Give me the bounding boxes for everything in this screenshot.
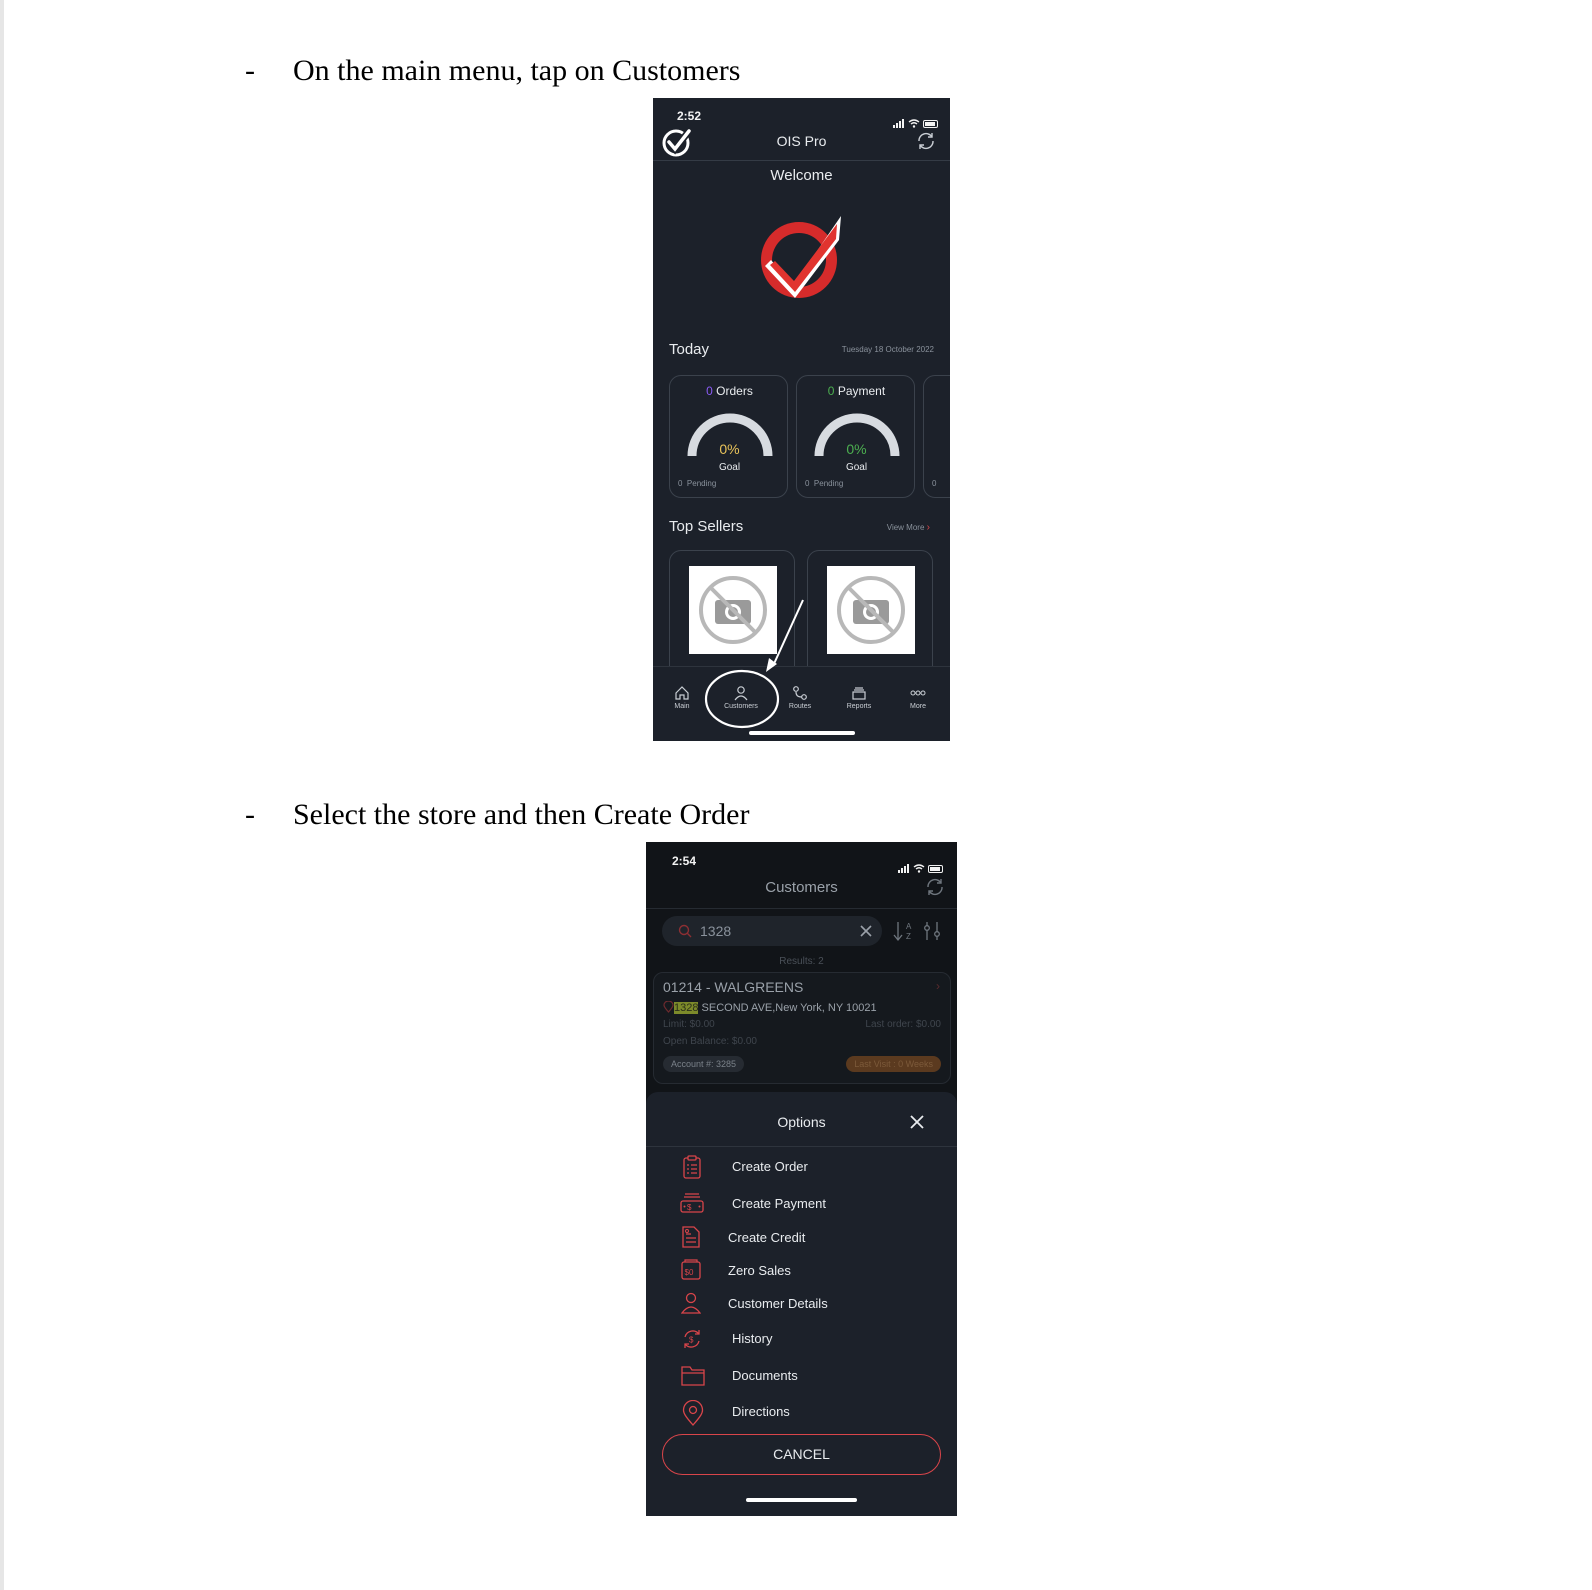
wifi-icon — [913, 864, 925, 873]
person-outline-icon — [681, 1292, 701, 1314]
pointer-arrow-line — [772, 599, 804, 667]
option-history-label: History — [732, 1331, 773, 1346]
option-directions[interactable]: Directions — [646, 1397, 957, 1427]
option-zero-sales-label: Zero Sales — [728, 1263, 791, 1278]
customer-limit: Limit: $0.00 — [663, 1019, 715, 1030]
status-icons — [898, 855, 943, 873]
home-indicator — [746, 1498, 857, 1502]
option-create-order[interactable]: Create Order — [646, 1152, 957, 1182]
option-directions-label: Directions — [732, 1404, 790, 1419]
customer-open-balance: Open Balance: $0.00 — [663, 1036, 757, 1047]
option-create-credit-label: Create Credit — [728, 1230, 806, 1245]
highlight-circle — [704, 669, 780, 729]
customer-chevron-icon: › — [936, 979, 940, 993]
page-left-edge — [0, 0, 4, 1590]
clipboard-list-icon — [683, 1155, 701, 1179]
signal-icon — [898, 855, 910, 873]
step-1-text: On the main menu, tap on Customers — [293, 54, 741, 87]
search-input[interactable]: 1328 — [662, 916, 882, 946]
header-divider — [646, 908, 957, 909]
option-zero-sales[interactable]: $0 Zero Sales — [646, 1256, 957, 1286]
address-search-match: 1328 — [674, 1002, 699, 1014]
option-history[interactable]: $ History — [646, 1324, 957, 1354]
screen-title: Customers — [765, 879, 838, 896]
home-indicator — [749, 731, 855, 735]
dollar-cycle-icon: $ — [684, 1330, 700, 1348]
credit-document-icon — [682, 1226, 700, 1248]
customer-name: 01214 - WALGREENS — [663, 979, 804, 995]
map-pin-icon — [682, 1400, 704, 1426]
customer-card[interactable]: 01214 - WALGREENS › 1328 SECOND AVE,New … — [653, 972, 951, 1084]
cash-register-icon: $ — [680, 1193, 704, 1213]
svg-text:$: $ — [689, 1336, 694, 1345]
sort-az-icon[interactable]: A Z — [893, 920, 917, 942]
main-menu-screenshot: 2:52 OIS Pro Welcome Today Tuesday 18 Oc… — [653, 98, 950, 741]
search-icon — [678, 924, 692, 938]
option-customer-details[interactable]: Customer Details — [646, 1289, 957, 1319]
customer-last-order: Last order: $0.00 — [865, 1019, 941, 1030]
sync-icon[interactable] — [924, 876, 946, 898]
option-create-order-label: Create Order — [732, 1159, 808, 1174]
address-text: SECOND AVE,New York, NY 10021 — [698, 1002, 877, 1014]
options-sheet: Options Create Order $ Create Payment Cr… — [646, 1092, 957, 1516]
svg-text:Z: Z — [906, 932, 911, 941]
folder-icon — [681, 1366, 705, 1386]
last-visit-badge: Last Visit : 0 Weeks — [846, 1056, 941, 1072]
option-documents[interactable]: Documents — [646, 1361, 957, 1391]
option-create-payment[interactable]: $ Create Payment — [646, 1189, 957, 1219]
battery-icon — [928, 865, 943, 873]
customer-address: 1328 SECOND AVE,New York, NY 10021 — [663, 1000, 877, 1014]
filter-sliders-icon[interactable] — [922, 920, 944, 942]
option-documents-label: Documents — [732, 1368, 798, 1383]
location-pin-icon — [663, 1000, 674, 1013]
account-badge: Account #: 3285 — [663, 1056, 745, 1072]
option-customer-details-label: Customer Details — [728, 1296, 828, 1311]
cancel-button[interactable]: CANCEL — [662, 1434, 941, 1475]
close-icon[interactable] — [909, 1114, 925, 1130]
zero-dollar-icon: $0 — [681, 1259, 701, 1280]
results-count: Results: 2 — [779, 956, 824, 967]
step-1-bullet: - — [245, 54, 255, 87]
svg-text:$: $ — [687, 1203, 692, 1212]
status-time: 2:54 — [672, 854, 697, 868]
step-2-text: Select the store and then Create Order — [293, 798, 750, 831]
options-divider — [646, 1146, 957, 1147]
customers-options-screenshot: 2:54 Customers 1328 A Z Results: 2 01214… — [646, 842, 957, 1516]
option-create-payment-label: Create Payment — [732, 1196, 826, 1211]
search-value: 1328 — [700, 923, 732, 939]
clear-search-icon[interactable] — [860, 925, 872, 937]
svg-text:A: A — [906, 922, 912, 931]
customers-tab-highlight — [704, 599, 804, 729]
option-create-credit[interactable]: Create Credit — [646, 1223, 957, 1253]
step-2-bullet: - — [245, 798, 255, 831]
svg-text:$0: $0 — [685, 1268, 694, 1277]
